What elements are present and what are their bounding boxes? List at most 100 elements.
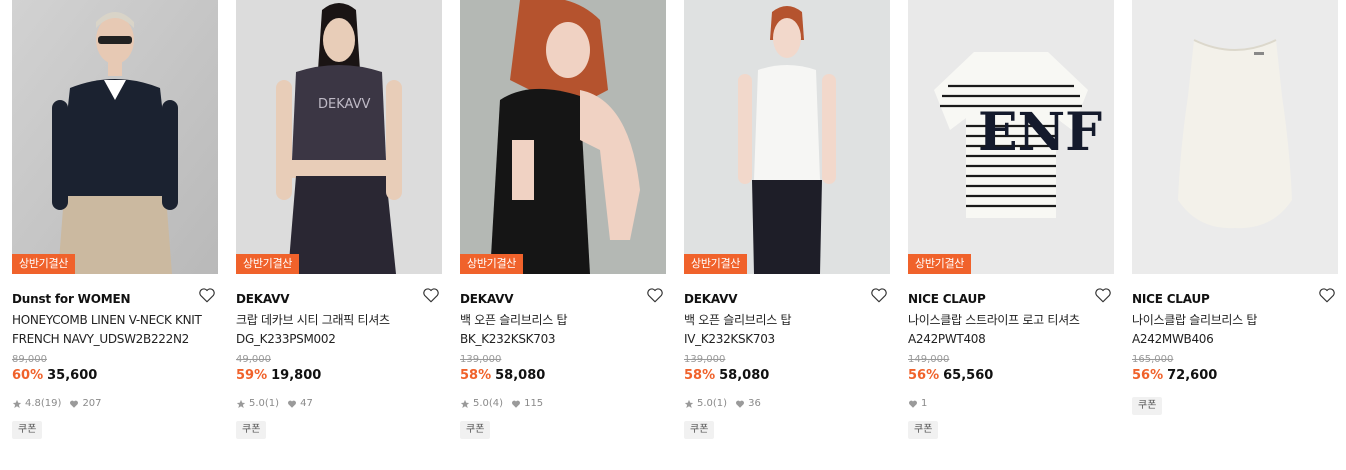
wishlist-heart-icon[interactable] <box>422 286 440 304</box>
original-price: 165,000 <box>1132 354 1174 365</box>
product-image[interactable]: ENF 상반기결산 <box>908 0 1114 274</box>
product-image[interactable]: 상반기결산 <box>460 0 666 274</box>
product-image[interactable]: DEKAVV 상반기결산 <box>236 0 442 274</box>
original-price: 139,000 <box>684 354 726 365</box>
brand-name[interactable]: DEKAVV <box>684 292 738 306</box>
product-name[interactable]: 백 오픈 슬리브리스 탑 BK_K232KSK703 <box>460 311 664 349</box>
sale-price: 65,560 <box>943 368 994 383</box>
sale-badge: 상반기결산 <box>460 254 524 274</box>
heart-icon <box>288 400 297 408</box>
product-name-line[interactable]: 백 오픈 슬리브리스 탑 <box>684 311 888 330</box>
coupon-tag: 쿠폰 <box>460 421 491 439</box>
star-icon <box>460 399 470 408</box>
product-card[interactable]: DEKAVV 상반기결산 DEKAVV 크랍 데카브 시티 그래픽 티셔츠 DG… <box>236 0 442 439</box>
sale-badge: 상반기결산 <box>12 254 76 274</box>
discount-rate: 59% <box>236 368 268 383</box>
brand-name[interactable]: NICE CLAUP <box>908 292 986 306</box>
like-count: 1 <box>921 398 928 409</box>
discount-rate: 56% <box>1132 368 1164 383</box>
review-count: (19) <box>40 398 62 409</box>
discount-rate: 56% <box>908 368 940 383</box>
coupon-tag: 쿠폰 <box>12 421 43 439</box>
product-name-line[interactable]: FRENCH NAVY_UDSW2B222N2 <box>12 330 216 349</box>
product-card[interactable]: NICE CLAUP 나이스클랍 슬리브리스 탑 A242MWB406 165,… <box>1132 0 1338 415</box>
product-name-line[interactable]: A242MWB406 <box>1132 330 1336 349</box>
product-name[interactable]: 백 오픈 슬리브리스 탑 IV_K232KSK703 <box>684 311 888 349</box>
product-name[interactable]: 나이스클랍 슬리브리스 탑 A242MWB406 <box>1132 311 1336 349</box>
review-count: (1) <box>264 398 280 409</box>
sale-badge: 상반기결산 <box>684 254 748 274</box>
product-name-line[interactable]: 크랍 데카브 시티 그래픽 티셔츠 <box>236 311 440 330</box>
svg-text:DEKAVV: DEKAVV <box>318 97 370 112</box>
product-name[interactable]: HONEYCOMB LINEN V-NECK KNIT FRENCH NAVY_… <box>12 311 216 349</box>
like-count: 47 <box>300 398 313 409</box>
discount-rate: 58% <box>684 368 716 383</box>
product-name[interactable]: 나이스클랍 스트라이프 로고 티셔츠 A242PWT408 <box>908 311 1112 349</box>
sale-price: 72,600 <box>1167 368 1218 383</box>
product-card[interactable]: 상반기결산 DEKAVV 백 오픈 슬리브리스 탑 BK_K232KSK703 … <box>460 0 666 439</box>
product-card[interactable]: ENF 상반기결산 NICE CLAUP 나이스클랍 스트라이프 로고 티셔츠 … <box>908 0 1114 439</box>
original-price: 139,000 <box>460 354 502 365</box>
rating: 4.8 <box>25 398 41 409</box>
like-count: 115 <box>524 398 544 409</box>
rating: 5.0 <box>697 398 713 409</box>
sale-price: 19,800 <box>271 368 322 383</box>
product-image[interactable]: 상반기결산 <box>684 0 890 274</box>
brand-name[interactable]: DEKAVV <box>236 292 290 306</box>
review-count: (4) <box>488 398 504 409</box>
heart-icon <box>908 400 918 408</box>
wishlist-heart-icon[interactable] <box>198 286 216 304</box>
product-name-line[interactable]: HONEYCOMB LINEN V-NECK KNIT <box>12 311 216 330</box>
rating: 5.0 <box>473 398 489 409</box>
like-count: 36 <box>748 398 761 409</box>
product-name-line[interactable]: BK_K232KSK703 <box>460 330 664 349</box>
brand-name[interactable]: Dunst for WOMEN <box>12 292 130 306</box>
product-stats: 4.8 (19) 207 <box>12 397 218 411</box>
product-name-line[interactable]: 백 오픈 슬리브리스 탑 <box>460 311 664 330</box>
sale-price: 58,080 <box>719 368 770 383</box>
wishlist-heart-icon[interactable] <box>1318 286 1336 304</box>
coupon-tag: 쿠폰 <box>1132 397 1163 415</box>
sale-badge: 상반기결산 <box>236 254 300 274</box>
product-stats: 5.0 (1) 47 <box>236 397 442 411</box>
product-grid: 상반기결산 Dunst for WOMEN HONEYCOMB LINEN V-… <box>0 0 1346 470</box>
brand-name[interactable]: NICE CLAUP <box>1132 292 1210 306</box>
product-image[interactable]: 상반기결산 <box>12 0 218 274</box>
star-icon <box>12 399 22 408</box>
sale-price: 35,600 <box>47 368 98 383</box>
discount-rate: 60% <box>12 368 44 383</box>
product-name-line[interactable]: IV_K232KSK703 <box>684 330 888 349</box>
original-price: 89,000 <box>12 354 47 365</box>
wishlist-heart-icon[interactable] <box>1094 286 1112 304</box>
star-icon <box>236 399 246 408</box>
heart-icon <box>512 400 521 408</box>
heart-icon <box>736 400 745 408</box>
coupon-tag: 쿠폰 <box>684 421 715 439</box>
product-card[interactable]: 상반기결산 Dunst for WOMEN HONEYCOMB LINEN V-… <box>12 0 218 439</box>
product-card[interactable]: 상반기결산 DEKAVV 백 오픈 슬리브리스 탑 IV_K232KSK703 … <box>684 0 890 439</box>
product-stats: 1 <box>908 397 1114 411</box>
coupon-tag: 쿠폰 <box>908 421 939 439</box>
original-price: 49,000 <box>236 354 271 365</box>
original-price: 149,000 <box>908 354 950 365</box>
review-count: (1) <box>712 398 728 409</box>
product-name[interactable]: 크랍 데카브 시티 그래픽 티셔츠 DG_K233PSM002 <box>236 311 440 349</box>
brand-name[interactable]: DEKAVV <box>460 292 514 306</box>
product-stats: 5.0 (1) 36 <box>684 397 890 411</box>
svg-text:ENF: ENF <box>978 102 1102 163</box>
product-name-line[interactable]: A242PWT408 <box>908 330 1112 349</box>
product-name-line[interactable]: 나이스클랍 스트라이프 로고 티셔츠 <box>908 311 1112 330</box>
like-count: 207 <box>82 398 102 409</box>
heart-icon <box>70 400 79 408</box>
wishlist-heart-icon[interactable] <box>646 286 664 304</box>
discount-rate: 58% <box>460 368 492 383</box>
wishlist-heart-icon[interactable] <box>870 286 888 304</box>
product-name-line[interactable]: DG_K233PSM002 <box>236 330 440 349</box>
rating: 5.0 <box>249 398 265 409</box>
coupon-tag: 쿠폰 <box>236 421 267 439</box>
sale-price: 58,080 <box>495 368 546 383</box>
sale-badge: 상반기결산 <box>908 254 972 274</box>
product-name-line[interactable]: 나이스클랍 슬리브리스 탑 <box>1132 311 1336 330</box>
product-image[interactable] <box>1132 0 1338 274</box>
product-stats: 5.0 (4) 115 <box>460 397 666 411</box>
